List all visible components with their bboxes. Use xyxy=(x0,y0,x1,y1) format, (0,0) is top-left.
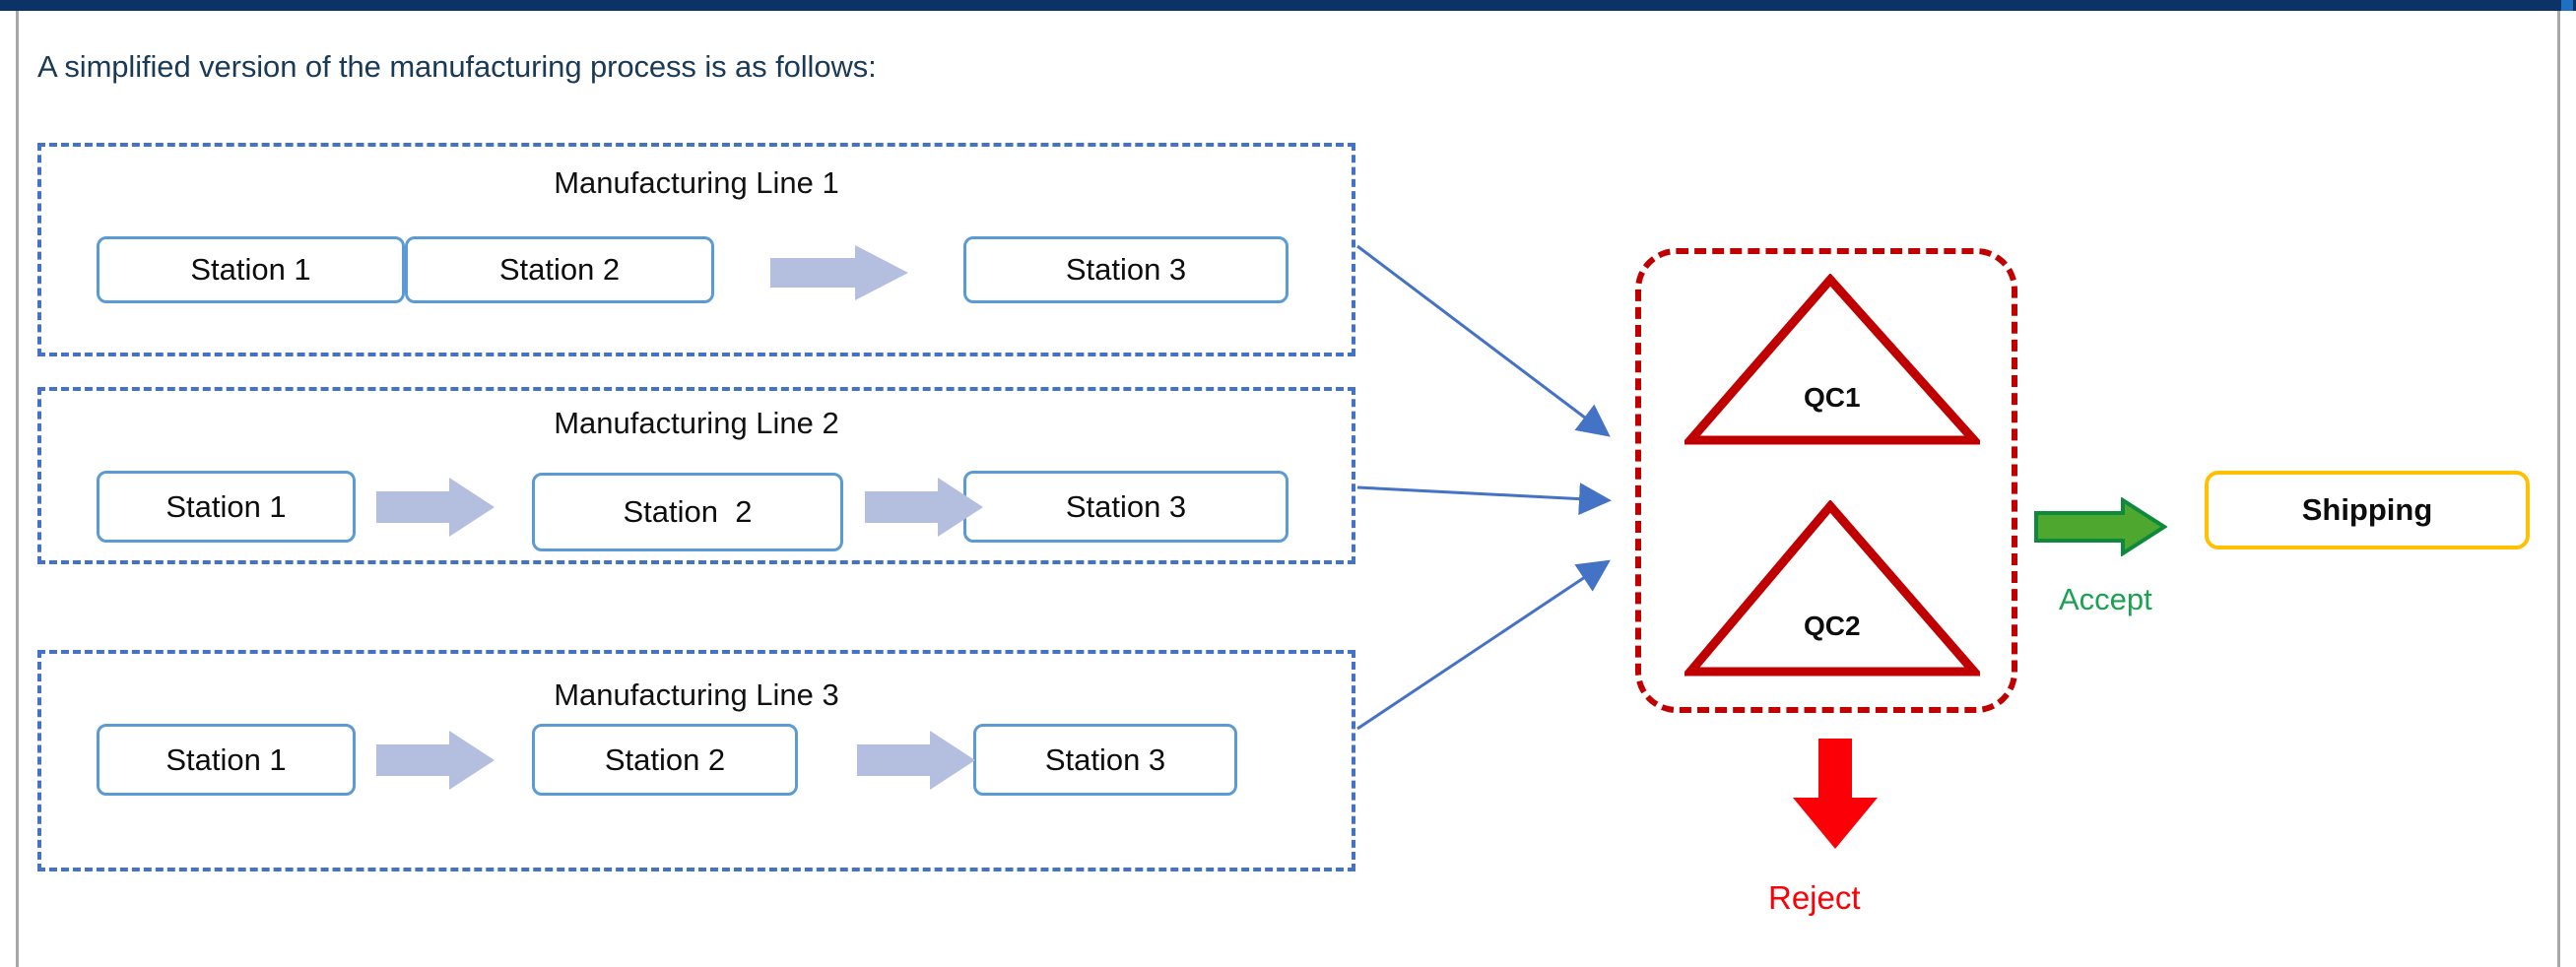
line-2-chevron-arrow-icon-a xyxy=(376,478,495,537)
shipping-box[interactable]: Shipping xyxy=(2205,471,2530,549)
qc2-triangle-icon xyxy=(1684,500,1980,677)
line-2-station-2[interactable]: Station 2 xyxy=(532,473,843,551)
qc1-label: QC1 xyxy=(1804,382,1861,413)
line-2-station-1[interactable]: Station 1 xyxy=(97,471,356,543)
accept-arrow-icon xyxy=(2034,497,2167,556)
diagram-canvas: A simplified version of the manufacturin… xyxy=(0,0,2576,967)
line-2-chevron-arrow-icon-b xyxy=(865,478,983,537)
line-3-station-3[interactable]: Station 3 xyxy=(973,724,1237,796)
line-3-chevron-arrow-icon-b xyxy=(857,731,975,790)
manufacturing-line-1-title: Manufacturing Line 1 xyxy=(554,165,839,200)
window-title-bar xyxy=(0,0,2576,11)
manufacturing-line-3-title: Manufacturing Line 3 xyxy=(554,677,839,712)
connector-line-1 xyxy=(1356,244,1611,437)
qc1-triangle-icon xyxy=(1684,274,1980,445)
qc2-label: QC2 xyxy=(1804,611,1861,641)
connector-line-2 xyxy=(1356,483,1612,516)
reject-label: Reject xyxy=(1768,879,1861,916)
reject-arrow-icon xyxy=(1793,739,1878,849)
line-1-station-1[interactable]: Station 1 xyxy=(97,236,405,303)
line-1-station-2[interactable]: Station 2 xyxy=(405,236,714,303)
intro-caption: A simplified version of the manufacturin… xyxy=(37,49,877,84)
line-3-station-1[interactable]: Station 1 xyxy=(97,724,356,796)
line-2-station-3[interactable]: Station 3 xyxy=(963,471,1288,543)
connector-line-3 xyxy=(1356,559,1611,731)
line-1-chevron-arrow-icon xyxy=(770,245,908,300)
manufacturing-line-2-title: Manufacturing Line 2 xyxy=(554,406,839,440)
line-3-chevron-arrow-icon-a xyxy=(376,731,495,790)
line-1-station-3[interactable]: Station 3 xyxy=(963,236,1288,303)
page-left-border xyxy=(16,11,19,967)
title-bar-accent xyxy=(2561,0,2573,11)
accept-label: Accept xyxy=(2059,582,2152,616)
line-3-station-2[interactable]: Station 2 xyxy=(532,724,798,796)
page-right-border xyxy=(2557,11,2560,967)
